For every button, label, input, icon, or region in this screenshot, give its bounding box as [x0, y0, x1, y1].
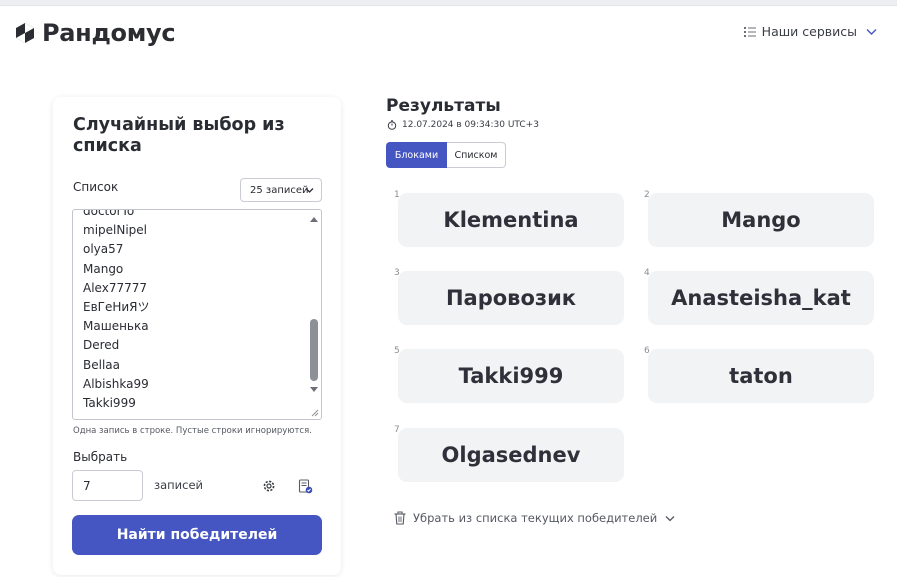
entry-line: doctorTo: [83, 209, 135, 218]
winner-name: Klementina: [443, 208, 579, 232]
logo[interactable]: Рандомус: [14, 19, 176, 47]
winner-card: Паровозик: [398, 271, 624, 325]
winner-name: Anasteisha_kat: [671, 286, 851, 310]
entry-line: Dered: [83, 338, 120, 353]
winner-card: taton: [648, 349, 874, 403]
entry-line: Albishka99: [83, 376, 149, 391]
remove-winners-label: Убрать из списка текущих победителей: [413, 511, 658, 525]
entry-line: Машенька: [83, 319, 149, 334]
entry-line: Mango: [83, 261, 124, 276]
gear-icon[interactable]: [262, 479, 276, 493]
winner-card: Takki999: [398, 349, 624, 403]
scroll-down-arrow[interactable]: [310, 387, 318, 392]
winner-name: Olgasednev: [441, 443, 581, 467]
remove-winners-toggle[interactable]: Убрать из списка текущих победителей: [393, 511, 675, 525]
scroll-up-arrow[interactable]: [310, 217, 318, 222]
chevron-down-icon: [866, 28, 877, 35]
winner-card: Anasteisha_kat: [648, 271, 874, 325]
results-timestamp: 12.07.2024 в 09:34:30 UTC+3: [387, 120, 539, 130]
timestamp-text: 12.07.2024 в 09:34:30 UTC+3: [402, 120, 539, 130]
browser-top-bar: [0, 0, 897, 6]
resize-handle-icon[interactable]: [311, 409, 319, 417]
entries-lines: doctorTo mipelNipel olya57 Mango Alex77777 Ев…: [83, 209, 150, 413]
results-title: Результаты: [386, 96, 501, 116]
logo-icon: [16, 23, 34, 43]
chevron-down-icon: [305, 188, 314, 193]
entries-count-value: 25 записей: [250, 184, 309, 196]
view-list-button[interactable]: Списком: [447, 142, 506, 168]
chevron-down-icon: [665, 515, 675, 521]
winner-name: Mango: [721, 208, 801, 232]
entry-line: Alex77777: [83, 280, 147, 295]
entry-line: ЕвГеНиЯツ: [83, 299, 150, 314]
view-blocks-button[interactable]: Блоками: [386, 142, 447, 168]
entry-line: Takki999: [83, 395, 136, 410]
scroll-thumb[interactable]: [310, 319, 318, 381]
list-label: Список: [73, 180, 119, 194]
entries-count-select[interactable]: 25 записей: [240, 178, 322, 202]
services-label: Наши сервисы: [761, 24, 857, 39]
logo-text: Рандомус: [42, 19, 176, 47]
entry-line: olya57: [83, 242, 124, 257]
services-menu[interactable]: Наши сервисы: [743, 24, 877, 39]
stopwatch-icon: [387, 120, 397, 130]
list-icon: [743, 26, 756, 37]
winner-name: Takki999: [458, 364, 564, 388]
view-toggle: Блоками Списком: [386, 142, 506, 168]
random-pick-card: Случайный выбор из списка Список 25 запи…: [53, 97, 341, 575]
winner-card: Klementina: [398, 193, 624, 247]
card-title: Случайный выбор из списка: [73, 115, 285, 156]
textarea-scrollbar[interactable]: [307, 210, 321, 419]
document-check-icon[interactable]: [298, 479, 313, 494]
entry-line: Bellaa: [83, 357, 120, 372]
entries-textarea[interactable]: doctorTo mipelNipel olya57 Mango Alex77777 Ев…: [72, 209, 322, 420]
winner-card: Mango: [648, 193, 874, 247]
choose-label: Выбрать: [73, 450, 128, 464]
winner-name: Паровозик: [445, 286, 577, 310]
winner-card: Olgasednev: [398, 428, 624, 482]
textarea-hint: Одна запись в строке. Пустые строки игно…: [73, 426, 312, 436]
records-label: записей: [154, 478, 204, 492]
entry-line: mipelNipel: [83, 223, 148, 238]
find-winners-button[interactable]: Найти победителей: [72, 515, 322, 555]
winners-count-input[interactable]: 7: [72, 470, 143, 501]
winner-name: taton: [729, 364, 793, 388]
trash-icon: [394, 511, 406, 525]
